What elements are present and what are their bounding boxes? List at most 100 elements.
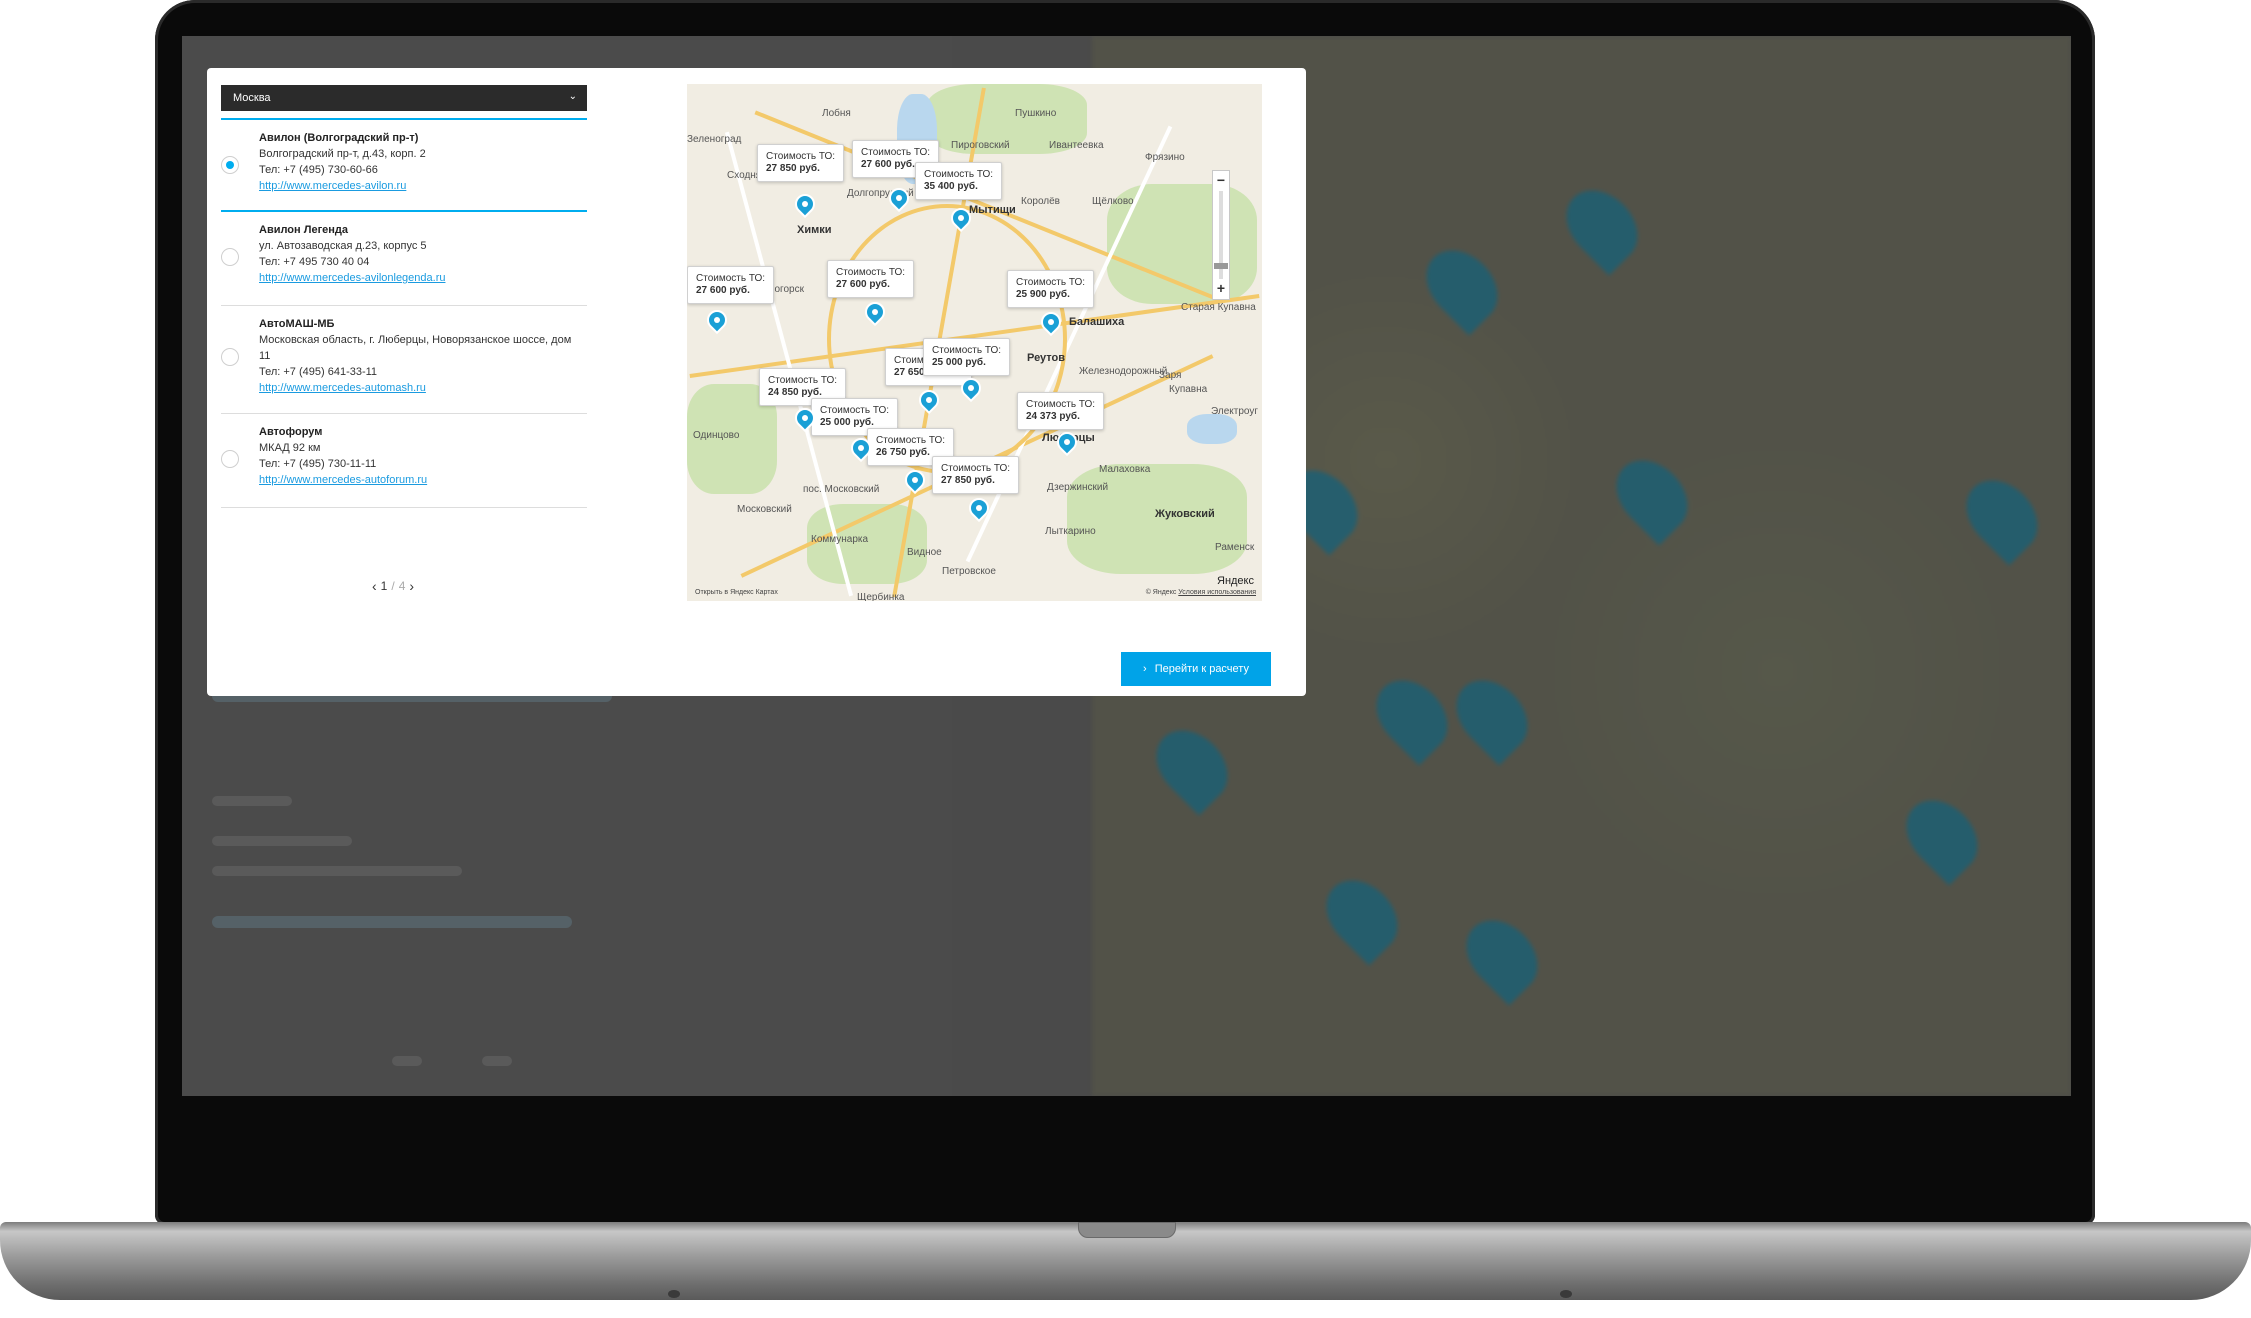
background-text bbox=[392, 1056, 422, 1066]
page-separator: / bbox=[391, 579, 395, 593]
dealer-list: Авилон (Волгоградский пр-т) Волгоградски… bbox=[221, 118, 587, 508]
price-label: Стоимость ТО: bbox=[820, 405, 890, 416]
price-label: Стоимость ТО: bbox=[941, 463, 1011, 474]
map-city-label: пос. Московский bbox=[803, 484, 880, 495]
price-value: 25 000 руб. bbox=[932, 357, 986, 368]
dealer-phone: Тел: +7 (495) 641-33-11 bbox=[259, 366, 378, 378]
background-pin-icon bbox=[1362, 666, 1462, 766]
go-to-calculation-button[interactable]: › Перейти к расчету bbox=[1121, 652, 1271, 686]
city-select-value: Москва bbox=[233, 92, 271, 104]
dealer-phone: Тел: +7 (495) 730-11-11 bbox=[259, 458, 377, 470]
map-city-label: Зеленоград bbox=[687, 134, 742, 145]
map-city-label: Ивантеевка bbox=[1049, 140, 1104, 151]
map-water bbox=[1187, 414, 1237, 444]
chevron-right-icon: › bbox=[1143, 663, 1147, 675]
price-tooltip: Стоимость ТО: 35 400 руб. bbox=[915, 162, 1003, 200]
dealer-item[interactable]: Авилон (Волгоградский пр-т) Волгоградски… bbox=[221, 118, 587, 212]
background-pin-icon bbox=[1552, 176, 1652, 276]
price-tooltip: Стоимость ТО: 27 600 руб. bbox=[827, 260, 915, 298]
city-select[interactable]: Москва ⌄ bbox=[221, 85, 587, 111]
price-value: 25 900 руб. bbox=[1016, 289, 1070, 300]
map-city-label: Жуковский bbox=[1155, 508, 1215, 520]
background-text bbox=[212, 866, 462, 876]
map-pin-icon[interactable] bbox=[790, 189, 820, 219]
dealer-link[interactable]: http://www.mercedes-avilon.ru bbox=[259, 178, 579, 194]
dealer-address: МКАД 92 км bbox=[259, 442, 321, 454]
price-value: 27 600 руб. bbox=[861, 159, 915, 170]
price-value: 27 650 bbox=[894, 367, 925, 378]
background-pin-icon bbox=[1442, 666, 1542, 766]
map-city-label: Лобня bbox=[822, 108, 851, 119]
dealer-item[interactable]: Авилон Легенда ул. Автозаводская д.23, к… bbox=[221, 212, 587, 306]
map-city-label: Одинцово bbox=[693, 430, 740, 441]
current-page: 1 bbox=[380, 579, 388, 593]
background-text bbox=[212, 796, 292, 806]
background-line bbox=[212, 916, 572, 928]
price-value: 25 000 руб. bbox=[820, 417, 874, 428]
price-tooltip: Стоимость ТО: 25 900 руб. bbox=[1007, 270, 1095, 308]
map-city-label: Московский bbox=[737, 504, 792, 515]
laptop-foot bbox=[1560, 1290, 1572, 1298]
dealer-radio[interactable] bbox=[221, 450, 239, 468]
map-city-label: Заря bbox=[1159, 370, 1182, 381]
dealer-radio[interactable] bbox=[221, 248, 239, 266]
price-value: 24 373 руб. bbox=[1026, 411, 1080, 422]
price-tooltip: Стоимость ТО: 24 373 руб. bbox=[1017, 392, 1105, 430]
next-page-button[interactable]: › bbox=[409, 578, 414, 594]
total-pages: 4 bbox=[398, 579, 406, 593]
price-label: Стоимость ТО: bbox=[932, 345, 1002, 356]
price-label: Стоимость ТО: bbox=[924, 169, 994, 180]
map-city-label: Королёв bbox=[1021, 196, 1060, 207]
price-label: Стоимость ТО: bbox=[696, 273, 766, 284]
pagination: ‹ 1 / 4 › bbox=[372, 578, 414, 594]
map-city-label: Раменск bbox=[1215, 542, 1255, 553]
dealer-phone: Тел: +7 495 730 40 04 bbox=[259, 256, 370, 268]
background-pin-icon bbox=[1452, 906, 1552, 1006]
price-label: Стоимость ТО: bbox=[1026, 399, 1096, 410]
background-pin-icon bbox=[1892, 786, 1992, 886]
dealer-item[interactable]: Автофорум МКАД 92 км Тел: +7 (495) 730-1… bbox=[221, 414, 587, 508]
map-city-label: Пироговский bbox=[951, 140, 1010, 151]
map-city-label: Петровское bbox=[942, 566, 996, 577]
price-value: 27 600 руб. bbox=[696, 285, 750, 296]
zoom-slider-knob[interactable] bbox=[1214, 263, 1228, 269]
map-city-label: Купавна bbox=[1169, 384, 1208, 395]
dealer-link[interactable]: http://www.mercedes-automash.ru bbox=[259, 380, 579, 396]
dealer-phone: Тел: +7 (495) 730-60-66 bbox=[259, 164, 378, 176]
dealer-radio[interactable] bbox=[221, 156, 239, 174]
laptop-notch bbox=[1078, 1222, 1176, 1238]
map-city-label: Фрязино bbox=[1145, 152, 1185, 163]
zoom-in-button[interactable]: + bbox=[1213, 281, 1229, 297]
price-tooltip: Стоимость ТО: 27 600 руб. bbox=[687, 266, 775, 304]
map-city-label: Малаховка bbox=[1099, 464, 1151, 475]
price-value: 27 850 руб. bbox=[766, 163, 820, 174]
dealer-modal: Москва ⌄ Авилон (Волгоградский пр-т) Вол… bbox=[207, 68, 1306, 696]
background-text bbox=[482, 1056, 512, 1066]
price-tooltip: Стоимость ТО: 27 850 руб. bbox=[932, 456, 1020, 494]
terms-link[interactable]: Условия использования bbox=[1178, 589, 1256, 596]
map-city-label: Видное bbox=[907, 547, 942, 558]
price-value: 35 400 руб. bbox=[924, 181, 978, 192]
dealer-name: Авилон Легенда bbox=[259, 224, 349, 236]
dealer-radio[interactable] bbox=[221, 348, 239, 366]
price-label: Стоимость ТО: bbox=[768, 375, 838, 386]
price-tooltip: Стоимость ТО: 27 850 руб. bbox=[757, 144, 845, 182]
map-city-label: Дзержинский bbox=[1047, 482, 1109, 493]
map-brand: Яндекс bbox=[1217, 575, 1254, 587]
price-label: Стоимость ТО: bbox=[1016, 277, 1086, 288]
map-copyright: © Яндекс bbox=[1145, 589, 1177, 596]
map-pin-icon[interactable] bbox=[702, 305, 732, 335]
zoom-out-button[interactable]: − bbox=[1213, 173, 1229, 189]
map-city-label: Электроуг bbox=[1211, 406, 1258, 417]
price-value: 27 600 руб. bbox=[836, 279, 890, 290]
map-city-label: Мытищи bbox=[969, 204, 1016, 216]
dealer-map[interactable]: Лобня Пушкино Ивантеевка Химки Мытищи Ко… bbox=[687, 84, 1262, 601]
dealer-item[interactable]: АвтоМАШ-МБ Московская область, г. Люберц… bbox=[221, 306, 587, 414]
background-pin-icon bbox=[1312, 866, 1412, 966]
dealer-link[interactable]: http://www.mercedes-avilonlegenda.ru bbox=[259, 270, 579, 286]
prev-page-button[interactable]: ‹ bbox=[372, 578, 377, 594]
dealer-link[interactable]: http://www.mercedes-autoforum.ru bbox=[259, 472, 579, 488]
open-in-yandex-link[interactable]: Открыть в Яндекс Картах bbox=[695, 589, 778, 596]
map-terms: © Яндекс Условия использования bbox=[1146, 589, 1256, 596]
dealer-name: Автофорум bbox=[259, 426, 323, 438]
